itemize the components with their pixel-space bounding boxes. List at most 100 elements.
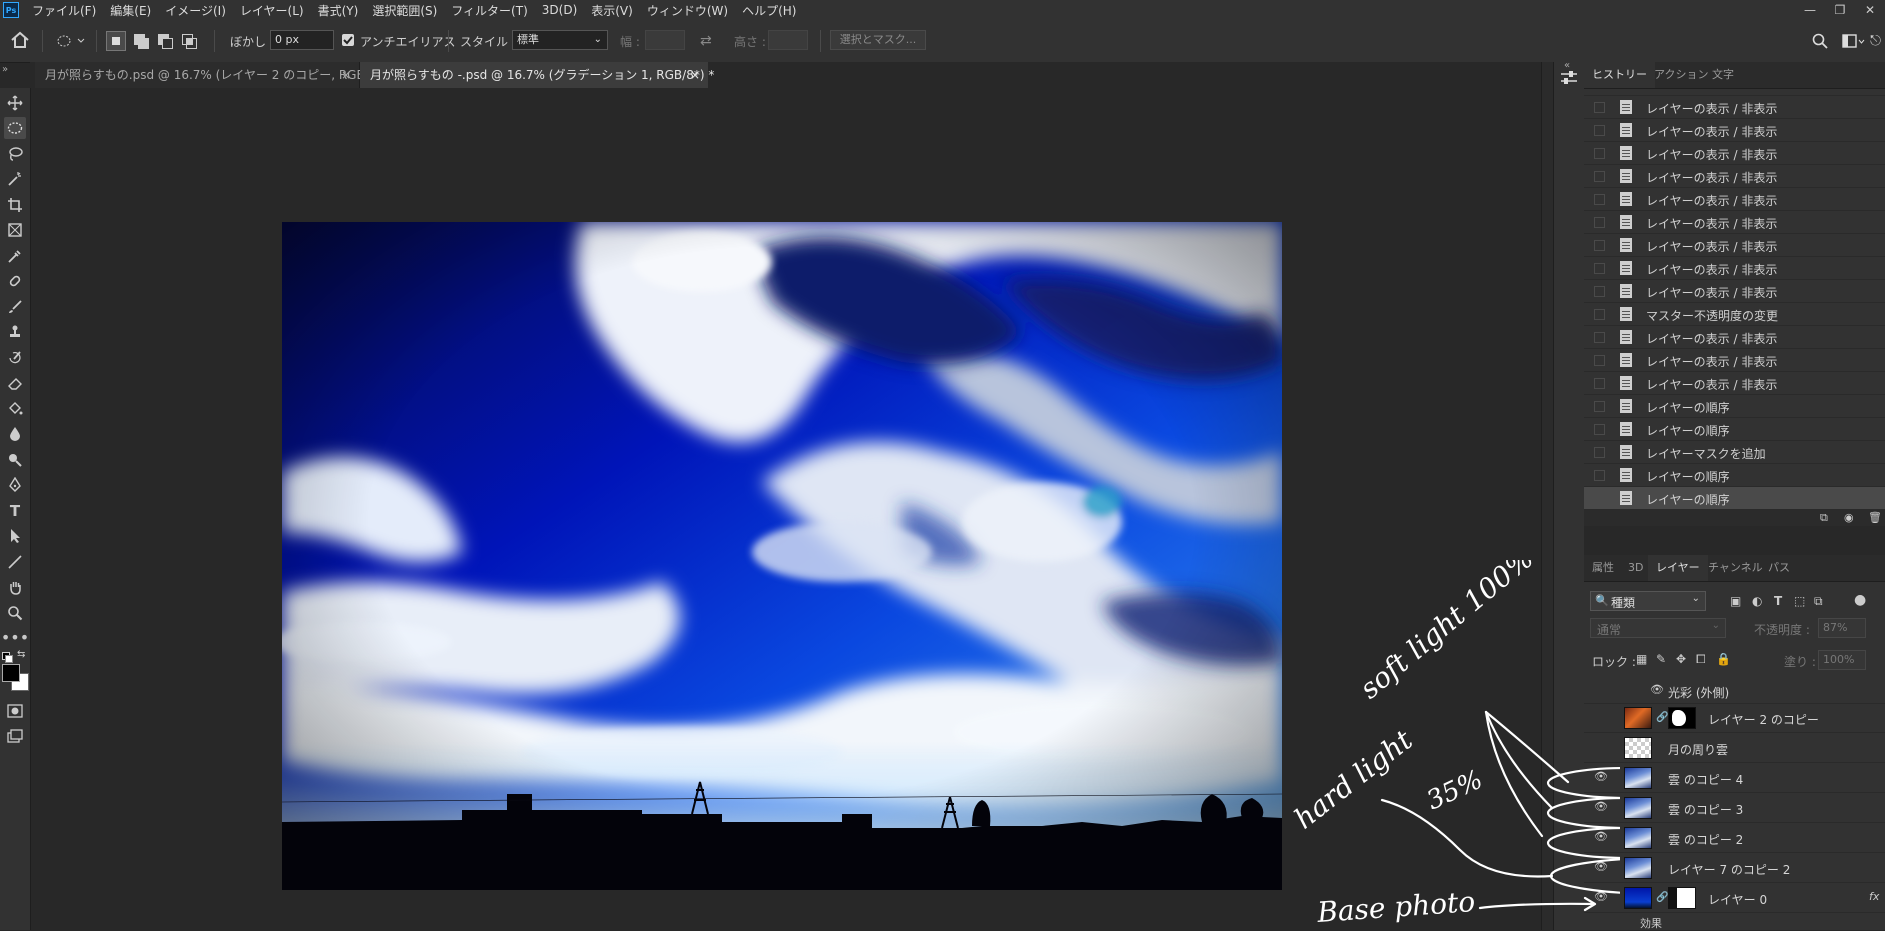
- lasso-tool-icon[interactable]: [4, 143, 26, 165]
- share-icon[interactable]: ⎋: [1870, 33, 1881, 49]
- menu-view[interactable]: 表示(V): [584, 2, 640, 19]
- history-brush-tool-icon[interactable]: [4, 347, 26, 369]
- feather-input[interactable]: 0 px: [270, 30, 334, 50]
- menu-image[interactable]: イメージ(I): [158, 2, 233, 19]
- filter-pixel-icon[interactable]: ▣: [1730, 594, 1741, 608]
- brush-tool-icon[interactable]: [4, 296, 26, 318]
- clone-stamp-tool-icon[interactable]: [4, 321, 26, 343]
- move-tool-icon[interactable]: [4, 92, 26, 114]
- tab-history[interactable]: ヒストリー: [1584, 62, 1655, 88]
- line-tool-icon[interactable]: [4, 551, 26, 573]
- close-icon[interactable]: ×: [341, 62, 351, 88]
- link-icon[interactable]: 🔗: [1656, 712, 1668, 723]
- history-item[interactable]: レイヤーの表示 / 非表示: [1584, 211, 1885, 234]
- collapse-toolbar-icon[interactable]: »: [2, 64, 8, 75]
- layer-row[interactable]: 👁 雲 のコピー 4: [1584, 763, 1885, 793]
- history-item[interactable]: レイヤーの順序: [1584, 395, 1885, 418]
- filter-type-icon[interactable]: T: [1774, 594, 1782, 608]
- filter-adjustment-icon[interactable]: ◐: [1752, 594, 1762, 608]
- workspace-icon[interactable]: [1842, 33, 1866, 52]
- opacity-input[interactable]: 87%: [1818, 618, 1866, 638]
- eraser-tool-icon[interactable]: [4, 372, 26, 394]
- history-item[interactable]: レイヤーの表示 / 非表示: [1584, 372, 1885, 395]
- menu-type[interactable]: 書式(Y): [311, 2, 366, 19]
- intersect-selection-button[interactable]: [179, 31, 199, 51]
- history-item[interactable]: マスター不透明度の変更: [1584, 303, 1885, 326]
- lock-artboard-icon[interactable]: ⧠: [1696, 652, 1706, 667]
- layer-row[interactable]: 👁 🔗 レイヤー 0 fx: [1584, 883, 1885, 913]
- quick-mask-icon[interactable]: [4, 700, 26, 722]
- menu-filter[interactable]: フィルター(T): [444, 2, 534, 19]
- history-item[interactable]: レイヤーの表示 / 非表示: [1584, 257, 1885, 280]
- filter-shape-icon[interactable]: ⬚: [1794, 594, 1805, 608]
- subtract-from-selection-button[interactable]: [155, 31, 175, 51]
- menu-help[interactable]: ヘルプ(H): [735, 2, 803, 19]
- path-selection-tool-icon[interactable]: [4, 525, 26, 547]
- pen-tool-icon[interactable]: [4, 474, 26, 496]
- history-item[interactable]: レイヤーマスクを追加: [1584, 441, 1885, 464]
- history-item[interactable]: レイヤーの表示 / 非表示: [1584, 142, 1885, 165]
- select-and-mask-button[interactable]: 選択とマスク...: [830, 30, 926, 50]
- history-item[interactable]: レイヤーの表示 / 非表示: [1584, 349, 1885, 372]
- height-input[interactable]: [768, 30, 808, 50]
- layer-row[interactable]: 👁 レイヤー 7 のコピー 2: [1584, 853, 1885, 883]
- close-window-button[interactable]: ✕: [1855, 0, 1885, 20]
- lock-image-icon[interactable]: ✎: [1656, 652, 1666, 666]
- eyedropper-tool-icon[interactable]: [4, 245, 26, 267]
- restore-button[interactable]: ❐: [1825, 0, 1855, 20]
- properties-panel-icon[interactable]: [1560, 70, 1578, 89]
- tab-document-2[interactable]: 月が照らすもの -.psd @ 16.7% (グラデーション 1, RGB/8*…: [360, 62, 714, 88]
- swap-dimensions-icon[interactable]: ⇄: [700, 33, 712, 49]
- lock-all-icon[interactable]: 🔒: [1716, 652, 1731, 666]
- paint-bucket-tool-icon[interactable]: [4, 398, 26, 420]
- history-item[interactable]: レイヤーの表示 / 非表示: [1584, 234, 1885, 257]
- layer-row[interactable]: 🔗 レイヤー 2 のコピー: [1584, 703, 1885, 733]
- history-item[interactable]: レイヤーの順序: [1584, 418, 1885, 441]
- history-item[interactable]: レイヤーの表示 / 非表示: [1584, 188, 1885, 211]
- more-tools-icon[interactable]: •••: [1, 626, 29, 648]
- layer-mask-thumbnail[interactable]: [1668, 707, 1696, 729]
- history-item[interactable]: レイヤーの順序: [1584, 464, 1885, 487]
- layer-row[interactable]: 👁 雲 のコピー 2: [1584, 823, 1885, 853]
- default-colors-icon[interactable]: [2, 652, 13, 663]
- fill-input[interactable]: 100%: [1818, 650, 1866, 670]
- filter-smart-object-icon[interactable]: ⧉: [1814, 594, 1823, 609]
- frame-tool-icon[interactable]: [4, 219, 26, 241]
- filter-toggle-icon[interactable]: ●: [1854, 592, 1866, 608]
- minimize-button[interactable]: —: [1795, 0, 1825, 20]
- swap-colors-icon[interactable]: ⇆: [17, 649, 25, 660]
- zoom-tool-icon[interactable]: [4, 602, 26, 624]
- lock-transparency-icon[interactable]: ▦: [1636, 652, 1647, 666]
- camera-icon[interactable]: ◉: [1844, 511, 1854, 524]
- link-icon[interactable]: 🔗: [1656, 892, 1668, 903]
- fx-icon[interactable]: fx: [1869, 890, 1879, 903]
- healing-brush-tool-icon[interactable]: [4, 270, 26, 292]
- add-to-selection-button[interactable]: [131, 31, 151, 51]
- close-icon[interactable]: ×: [690, 62, 700, 88]
- layer-row[interactable]: 👁 雲 のコピー 3: [1584, 793, 1885, 823]
- search-icon[interactable]: [1812, 33, 1828, 52]
- trash-icon[interactable]: 🗑: [1868, 511, 1882, 524]
- menu-file[interactable]: ファイル(F): [25, 2, 103, 19]
- magic-wand-tool-icon[interactable]: [4, 168, 26, 190]
- hand-tool-icon[interactable]: [4, 576, 26, 598]
- layer-row[interactable]: 月の周り雲: [1584, 733, 1885, 763]
- elliptical-marquee-tool-icon[interactable]: [4, 117, 26, 139]
- tab-layers[interactable]: レイヤー: [1648, 555, 1708, 581]
- elliptical-marquee-preset-icon[interactable]: [56, 33, 86, 52]
- lock-position-icon[interactable]: ✥: [1676, 652, 1686, 666]
- tab-document-1[interactable]: 月が照らすもの.psd @ 16.7% (レイヤー 2 のコピー, RGB/8*…: [35, 62, 397, 88]
- screen-mode-icon[interactable]: [4, 725, 26, 747]
- layer-effect-outer-glow[interactable]: 👁 光彩 (外側): [1584, 679, 1885, 704]
- home-icon[interactable]: [10, 31, 32, 51]
- new-document-from-state-icon[interactable]: ⧉: [1820, 511, 1828, 525]
- history-item[interactable]: レイヤーの表示 / 非表示: [1584, 119, 1885, 142]
- new-selection-button[interactable]: [106, 31, 126, 51]
- eye-icon[interactable]: 👁: [1650, 683, 1664, 696]
- type-tool-icon[interactable]: T: [4, 500, 26, 522]
- antialias-checkbox[interactable]: [342, 34, 354, 46]
- layer-mask-thumbnail[interactable]: [1668, 887, 1696, 909]
- history-item[interactable]: レイヤーの表示 / 非表示: [1584, 165, 1885, 188]
- tab-character[interactable]: 文字: [1704, 62, 1742, 88]
- collapse-panels-icon[interactable]: «: [1564, 60, 1570, 71]
